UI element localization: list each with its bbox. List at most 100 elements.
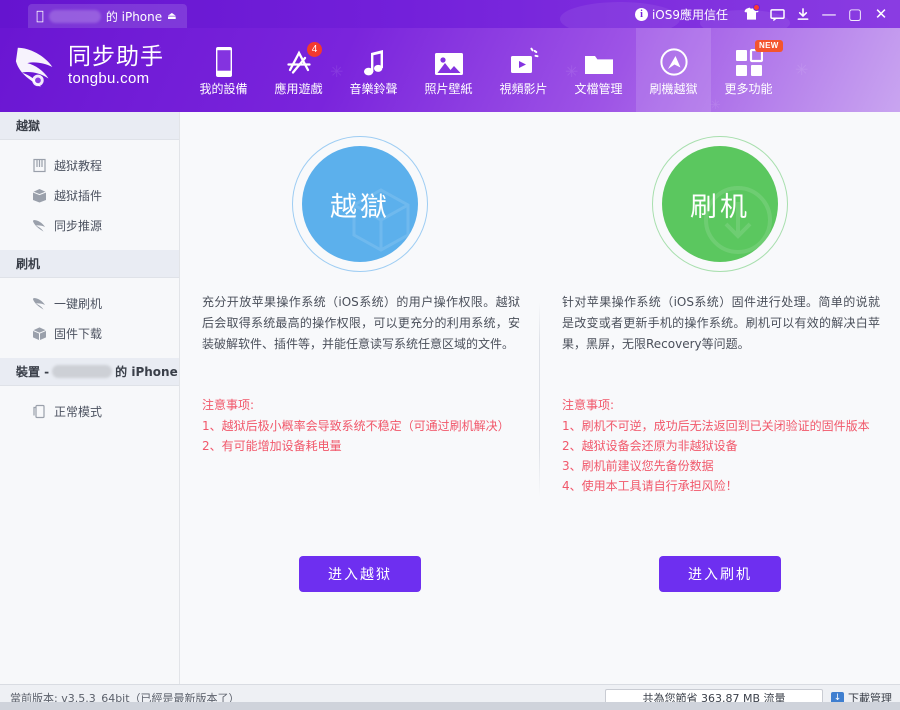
sidebar-item-label: 越狱教程 bbox=[54, 158, 103, 173]
sidebar-item-jailbreak-tweaks[interactable]: 越狱插件 bbox=[0, 180, 179, 210]
sidebar-item-label: 一键刷机 bbox=[54, 296, 103, 311]
package-icon bbox=[32, 188, 47, 203]
circle-disc: 刷机 bbox=[662, 146, 778, 262]
nav-item-music[interactable]: 音樂鈴聲 bbox=[336, 28, 411, 112]
device-name-redacted bbox=[48, 9, 101, 23]
shirt-icon[interactable] bbox=[738, 0, 764, 28]
title-bar:  的 iPhone ⏏ i iOS9應用信任 bbox=[0, 0, 900, 28]
nav-item-apps-games[interactable]: 應用遊戲 4 bbox=[261, 28, 336, 112]
sidebar-group-label: 刷机 bbox=[16, 257, 41, 271]
feather-icon bbox=[32, 296, 47, 311]
sidebar-item-one-click-flash[interactable]: 一键刷机 bbox=[0, 288, 179, 318]
titlebar-right-cluster: i iOS9應用信任 — ▢ ✕ bbox=[634, 0, 894, 28]
nav-label: 刷機越獄 bbox=[649, 81, 698, 96]
circle-label: 刷机 bbox=[690, 191, 750, 223]
notice-item: 1、刷机不可逆，成功后无法返回到已关闭验证的固件版本 bbox=[562, 419, 870, 433]
flash-pane: 刷机 针对苹果操作系统（iOS系统）固件进行处理。简单的说就是改变或者更新手机的… bbox=[540, 112, 900, 684]
sidebar-item-sync-source[interactable]: 同步推源 bbox=[0, 210, 179, 240]
close-button[interactable]: ✕ bbox=[868, 0, 894, 28]
nav-item-video[interactable]: 視頻影片 bbox=[486, 28, 561, 112]
nav-item-photos[interactable]: 照片壁紙 bbox=[411, 28, 486, 112]
info-icon: i bbox=[634, 7, 648, 21]
logo-text-block: 同步助手 tongbu.com bbox=[68, 44, 164, 88]
sidebar-group-jailbreak: 越獄 bbox=[0, 112, 179, 140]
app-logo[interactable]: 同步助手 tongbu.com bbox=[14, 42, 164, 90]
eject-icon[interactable]: ⏏ bbox=[167, 11, 176, 22]
nav-item-my-device[interactable]: 我的設備 bbox=[186, 28, 261, 112]
nav-label: 文檔管理 bbox=[574, 81, 623, 96]
phone-icon bbox=[32, 404, 47, 419]
sidebar-item-label: 越狱插件 bbox=[54, 188, 103, 203]
jailbreak-description: 充分开放苹果操作系统（iOS系统）的用户操作权限。越狱后会取得系统最高的操作权限… bbox=[202, 295, 520, 351]
notice-title: 注意事项: bbox=[202, 398, 255, 412]
flash-notice: 注意事项: 1、刷机不可逆，成功后无法返回到已关闭验证的固件版本 2、越狱设备会… bbox=[562, 395, 888, 496]
sidebar-item-firmware-download[interactable]: 固件下载 bbox=[0, 318, 179, 348]
device-tab-label: 的 iPhone bbox=[98, 9, 162, 24]
box-icon bbox=[32, 326, 47, 341]
sidebar-group-device-suffix: 的 iPhone bbox=[115, 365, 178, 379]
circle-label: 越獄 bbox=[330, 191, 390, 223]
photo-icon bbox=[434, 45, 464, 77]
flash-circle[interactable]: 刷机 bbox=[652, 136, 788, 272]
panes-container: 越獄 充分开放苹果操作系统（iOS系统）的用户操作权限。越狱后会取得系统最高的操… bbox=[180, 112, 900, 684]
logo-cn-label: 同步助手 bbox=[68, 44, 164, 70]
app-header: ✳ ✳ ✳ ✳ ✳ 同步助手 tongbu.com 我的設備 應用遊戲 4 音樂… bbox=[0, 28, 900, 112]
logo-en-label: tongbu.com bbox=[68, 70, 150, 87]
flash-description: 针对苹果操作系统（iOS系统）固件进行处理。简单的说就是改变或者更新手机的操作系… bbox=[562, 295, 880, 351]
notice-title: 注意事项: bbox=[562, 398, 615, 412]
sidebar-item-normal-mode[interactable]: 正常模式 bbox=[0, 396, 179, 426]
main-content: 越獄 充分开放苹果操作系统（iOS系统）的用户操作权限。越狱后会取得系统最高的操… bbox=[180, 112, 900, 684]
sidebar-group-label: 越獄 bbox=[16, 119, 41, 133]
device-name-redacted bbox=[52, 365, 113, 378]
nav-label: 照片壁紙 bbox=[424, 81, 473, 96]
notification-dot bbox=[753, 4, 760, 11]
enter-flash-button[interactable]: 进入刷机 bbox=[659, 556, 781, 592]
apple-icon:  bbox=[36, 10, 44, 23]
sparkle-decor: ✳ bbox=[795, 60, 809, 79]
download-icon[interactable] bbox=[790, 0, 816, 28]
nav-label: 視頻影片 bbox=[499, 81, 548, 96]
sidebar-item-label: 同步推源 bbox=[54, 218, 103, 233]
sidebar: 越獄 越狱教程 越狱插件 同步推源 刷机 一键刷机 固件下载 裝置 - 的 iP… bbox=[0, 112, 180, 684]
compass-icon bbox=[659, 45, 689, 77]
ios9-trust-label: iOS9應用信任 bbox=[651, 7, 728, 22]
feather-icon bbox=[32, 218, 47, 233]
sidebar-group-flash: 刷机 bbox=[0, 250, 179, 278]
notice-item: 2、有可能增加设备耗电量 bbox=[202, 439, 342, 453]
enter-jailbreak-button[interactable]: 进入越狱 bbox=[299, 556, 421, 592]
nav-item-file-manager[interactable]: 文檔管理 bbox=[561, 28, 636, 112]
main-nav: 我的設備 應用遊戲 4 音樂鈴聲 照片壁紙 視頻影片 文檔管理 刷機越獄 更多功… bbox=[186, 28, 786, 112]
nav-item-more[interactable]: 更多功能 NEW bbox=[711, 28, 786, 112]
new-badge: NEW bbox=[755, 40, 783, 52]
device-icon bbox=[213, 45, 235, 77]
video-icon bbox=[509, 45, 539, 77]
music-icon bbox=[361, 45, 387, 77]
minimize-button[interactable]: — bbox=[816, 0, 842, 28]
nav-item-flash-jailbreak[interactable]: 刷機越獄 bbox=[636, 28, 711, 112]
sidebar-item-jailbreak-tutorial[interactable]: 越狱教程 bbox=[0, 150, 179, 180]
nav-label: 更多功能 bbox=[724, 81, 773, 96]
message-icon[interactable] bbox=[764, 0, 790, 28]
book-icon bbox=[32, 158, 47, 173]
sidebar-item-label: 正常模式 bbox=[54, 404, 103, 419]
sidebar-group-device-prefix: 裝置 - bbox=[16, 365, 50, 379]
notice-item: 1、越狱后极小概率会导致系统不稳定（可通过刷机解决） bbox=[202, 419, 510, 433]
notice-item: 2、越狱设备会还原为非越狱设备 bbox=[562, 439, 738, 453]
tongbu-assistant-window:  的 iPhone ⏏ i iOS9應用信任 bbox=[0, 0, 900, 710]
circle-disc: 越獄 bbox=[302, 146, 418, 262]
ios9-trust-button[interactable]: i iOS9應用信任 bbox=[634, 6, 728, 23]
jailbreak-pane: 越獄 充分开放苹果操作系统（iOS系统）的用户操作权限。越狱后会取得系统最高的操… bbox=[180, 112, 540, 684]
app-badge-count: 4 bbox=[307, 42, 322, 57]
tongbu-logo-icon bbox=[15, 47, 53, 88]
sidebar-group-device: 裝置 - 的 iPhone bbox=[0, 358, 179, 386]
maximize-button[interactable]: ▢ bbox=[842, 0, 868, 28]
window-bottom-strip bbox=[0, 702, 900, 710]
device-tab[interactable]:  的 iPhone ⏏ bbox=[28, 4, 187, 28]
jailbreak-circle[interactable]: 越獄 bbox=[292, 136, 428, 272]
folder-icon bbox=[584, 45, 614, 77]
nav-label: 我的設備 bbox=[199, 81, 248, 96]
